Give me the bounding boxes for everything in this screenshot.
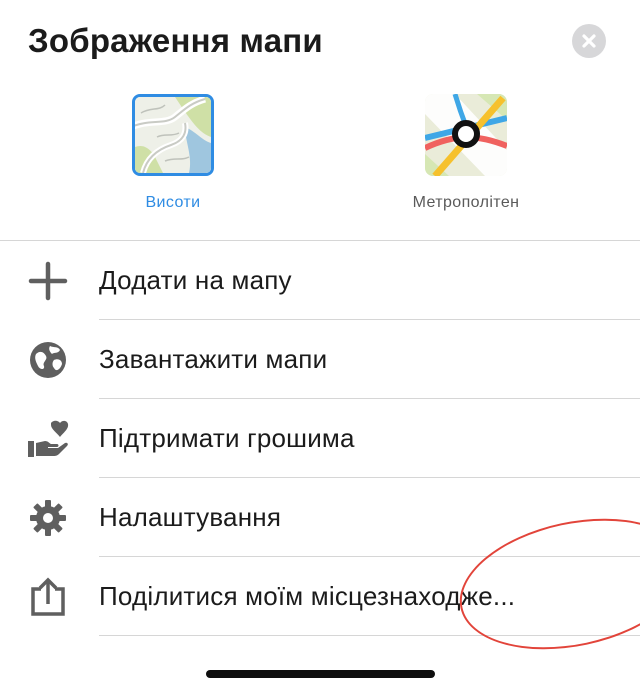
menu-item-label: Завантажити мапи	[99, 344, 328, 374]
menu-item-add-to-map[interactable]: Додати на мапу	[0, 241, 640, 320]
menu-list: Додати на мапу Завантажити мапи Підтрима…	[0, 241, 640, 636]
menu-item-download-maps[interactable]: Завантажити мапи	[0, 320, 640, 399]
layer-option-metro[interactable]: Метрополітен	[376, 94, 556, 212]
menu-item-settings[interactable]: Налаштування	[0, 478, 640, 557]
plus-icon	[26, 259, 70, 303]
menu-item-label: Додати на мапу	[99, 265, 292, 295]
layer-option-heights[interactable]: Висоти	[83, 94, 263, 212]
menu-item-label: Налаштування	[99, 502, 282, 532]
menu-item-share-location[interactable]: Поділитися моїм місцезнаходже...	[0, 557, 640, 636]
layer-label-heights: Висоти	[145, 194, 201, 211]
sheet-title: Зображення мапи	[28, 22, 323, 59]
share-icon	[26, 575, 70, 619]
donate-heart-hand-icon	[26, 417, 70, 461]
menu-item-label: Підтримати грошима	[99, 423, 355, 453]
menu-item-label: Поділитися моїм місцезнаходже...	[99, 581, 516, 611]
map-style-sheet: Зображення мапи Висоти Метрополітен Дода…	[0, 0, 640, 692]
home-indicator[interactable]	[206, 670, 435, 678]
terrain-map-icon	[132, 94, 214, 176]
gear-icon	[26, 496, 70, 540]
menu-item-donate[interactable]: Підтримати грошима	[0, 399, 640, 478]
close-x-icon	[582, 34, 596, 48]
globe-icon	[26, 338, 70, 382]
layer-label-metro: Метрополітен	[412, 194, 520, 211]
menu-divider	[99, 635, 640, 636]
close-button[interactable]	[572, 24, 606, 58]
subway-map-icon	[425, 94, 507, 176]
